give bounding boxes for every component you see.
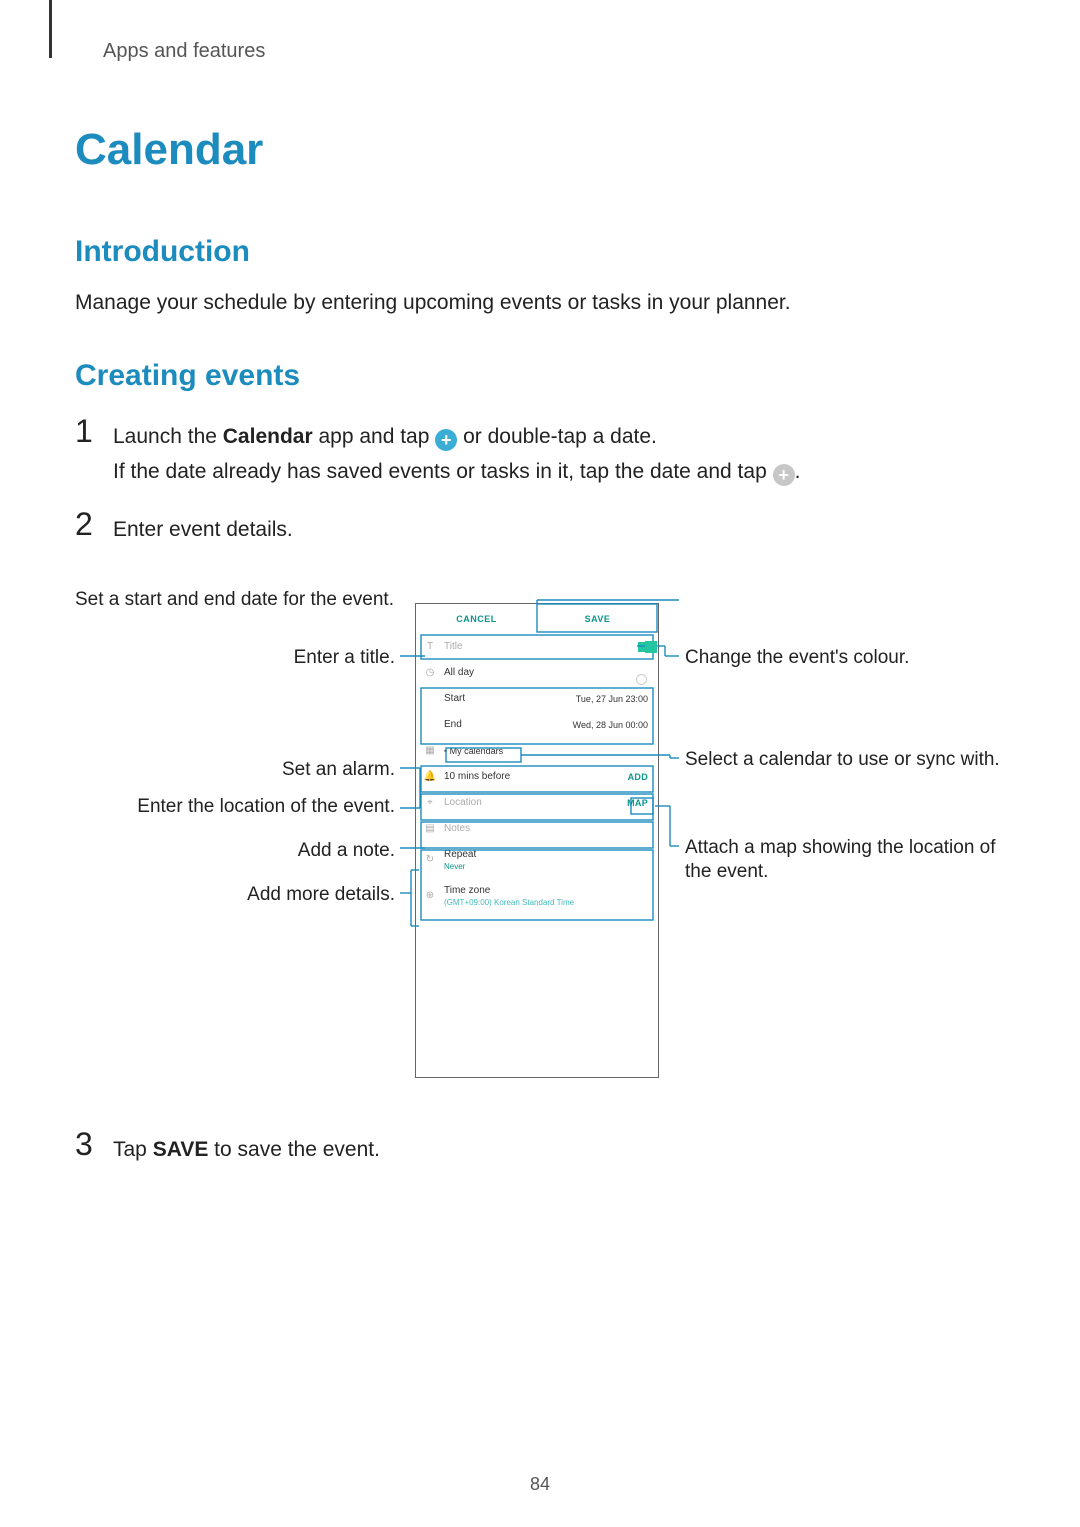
color-swatch[interactable]	[638, 642, 648, 652]
steps-list-continued: 3 Tap SAVE to save the event.	[75, 1128, 1005, 1168]
step-number: 1	[75, 415, 107, 447]
text: app and tap	[313, 425, 436, 448]
timezone-row[interactable]: ⊕ Time zone (GMT+09:00) Korean Standard …	[416, 878, 658, 914]
introduction-text: Manage your schedule by entering upcomin…	[75, 287, 1005, 319]
allday-row[interactable]: ◷ All day	[416, 660, 658, 686]
end-row[interactable]: End Wed, 28 Jun 00:00	[416, 712, 658, 738]
add-button[interactable]: ADD	[628, 772, 648, 782]
callout-title: Enter a title.	[75, 646, 395, 671]
repeat-value: Never	[444, 862, 476, 871]
section-introduction-heading: Introduction	[75, 235, 1005, 269]
callout-location: Enter the location of the event.	[75, 795, 395, 820]
note-icon: ▤	[424, 823, 436, 835]
step-number: 2	[75, 508, 107, 540]
plus-icon: +	[773, 464, 795, 486]
phone-header: CANCEL SAVE	[416, 604, 658, 634]
callout-dates: Set a start and end date for the event.	[75, 588, 395, 613]
notes-row[interactable]: ▤ Notes	[416, 816, 658, 842]
breadcrumb: Apps and features	[103, 40, 1005, 63]
step-body: Enter event details.	[113, 508, 1005, 548]
step-1: 1 Launch the Calendar app and tap + or d…	[75, 415, 1005, 490]
allday-label: All day	[444, 667, 474, 678]
side-margin-mark	[49, 0, 52, 58]
text: Tap	[113, 1138, 153, 1161]
cancel-button[interactable]: CANCEL	[416, 604, 537, 634]
map-button[interactable]: MAP	[627, 798, 648, 808]
start-value: Tue, 27 Jun 23:00	[576, 694, 648, 704]
repeat-label: Repeat Never	[444, 849, 476, 871]
save-button[interactable]: SAVE	[537, 604, 658, 634]
end-value: Wed, 28 Jun 00:00	[573, 720, 648, 730]
diagram: Enter a title. Set an alarm. Enter the l…	[75, 588, 1005, 1098]
app-name: Calendar	[223, 425, 313, 448]
text: or double-tap a date.	[457, 425, 657, 448]
calendars-row[interactable]: ▦ • My calendars	[416, 738, 658, 764]
title-field[interactable]: T Title	[416, 634, 658, 660]
alarm-label: 10 mins before	[444, 771, 510, 782]
location-placeholder: Location	[444, 797, 482, 808]
phone-mock: CANCEL SAVE T Title ◷ All day Start Tue,…	[415, 603, 659, 1078]
repeat-icon: ↻	[424, 854, 436, 866]
text: Time zone	[444, 885, 490, 896]
text: If the date already has saved events or …	[113, 460, 773, 483]
step-3: 3 Tap SAVE to save the event.	[75, 1128, 1005, 1168]
start-row[interactable]: Start Tue, 27 Jun 23:00	[416, 686, 658, 712]
globe-icon: ⊕	[424, 890, 436, 902]
step-body: Launch the Calendar app and tap + or dou…	[113, 415, 1005, 490]
bell-icon: 🔔	[424, 771, 436, 783]
start-label: Start	[444, 693, 465, 704]
end-label: End	[444, 719, 462, 730]
clock-icon: ◷	[424, 667, 436, 679]
page-title: Calendar	[75, 125, 1005, 175]
timezone-value: (GMT+09:00) Korean Standard Time	[444, 898, 574, 907]
plus-icon: +	[435, 429, 457, 451]
alarm-row[interactable]: 🔔 10 mins before ADD	[416, 764, 658, 790]
page-number: 84	[530, 1474, 550, 1495]
calendars-label: • My calendars	[444, 746, 503, 756]
callout-color: Change the event's colour.	[685, 646, 1005, 671]
page-content: Apps and features Calendar Introduction …	[0, 0, 1080, 1167]
pin-icon: ⌖	[424, 797, 436, 809]
callout-more: Add more details.	[75, 883, 395, 908]
text: Repeat	[444, 849, 476, 860]
section-creating-events-heading: Creating events	[75, 359, 1005, 393]
step-body: Tap SAVE to save the event.	[113, 1128, 1005, 1168]
text: Launch the	[113, 425, 223, 448]
text: to save the event.	[208, 1138, 380, 1161]
text-icon: T	[424, 641, 436, 653]
callout-calendar: Select a calendar to use or sync with.	[685, 748, 1005, 773]
step-2: 2 Enter event details.	[75, 508, 1005, 548]
text: My calendars	[450, 746, 504, 756]
steps-list: 1 Launch the Calendar app and tap + or d…	[75, 415, 1005, 548]
repeat-row[interactable]: ↻ Repeat Never	[416, 842, 658, 878]
timezone-label: Time zone (GMT+09:00) Korean Standard Ti…	[444, 885, 574, 907]
text: .	[795, 460, 801, 483]
save-label: SAVE	[153, 1138, 209, 1161]
callout-alarm: Set an alarm.	[75, 758, 395, 783]
location-row[interactable]: ⌖ Location MAP	[416, 790, 658, 816]
calendar-icon: ▦	[424, 745, 436, 757]
callout-map: Attach a map showing the location of the…	[685, 836, 1005, 885]
step-number: 3	[75, 1128, 107, 1160]
notes-placeholder: Notes	[444, 823, 470, 834]
title-placeholder: Title	[444, 641, 463, 652]
callout-notes: Add a note.	[75, 839, 395, 864]
